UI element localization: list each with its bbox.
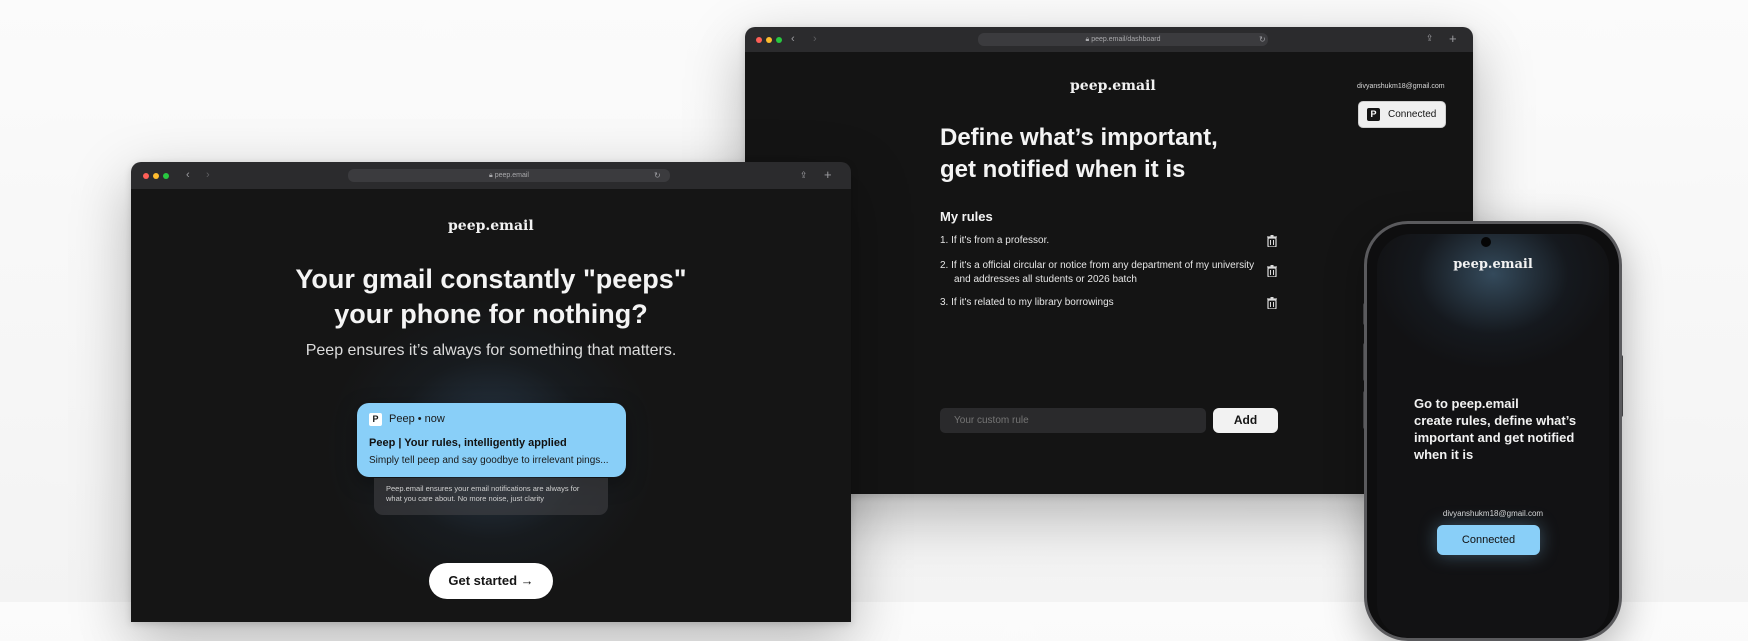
browser-toolbar: ‹ › 🔒︎ peep.email/dashboard ↻ ⇪ + <box>745 27 1473 53</box>
new-tab-icon[interactable]: + <box>824 168 832 181</box>
phone-device: peep.email Go to peep.email create rules… <box>1364 221 1622 641</box>
custom-rule-input[interactable] <box>940 408 1206 433</box>
dashboard-logo: peep.email <box>1070 78 1156 94</box>
minimize-window-button[interactable] <box>153 173 159 179</box>
rule-number: 3. <box>940 297 949 308</box>
rule-item: 3. If it's related to my library borrowi… <box>940 296 1114 310</box>
minimize-window-button[interactable] <box>766 37 772 43</box>
notification-title: Peep | Your rules, intelligently applied <box>369 437 567 449</box>
reload-icon[interactable]: ↻ <box>1259 34 1266 45</box>
notification-body: Simply tell peep and say goodbye to irre… <box>369 455 609 466</box>
rules-title: My rules <box>940 209 993 224</box>
address-bar[interactable]: 🔒︎ peep.email <box>348 169 670 182</box>
landing-headline: Your gmail constantly "peeps" your phone… <box>131 262 851 332</box>
address-url: peep.email <box>494 172 529 179</box>
lock-icon: 🔒︎ <box>1085 36 1090 43</box>
headline-line-2: your phone for nothing? <box>334 299 648 329</box>
maximize-window-button[interactable] <box>163 173 169 179</box>
connected-label: Connected <box>1388 109 1437 120</box>
notification-card[interactable]: P Peep • now Peep | Your rules, intellig… <box>357 403 626 477</box>
reload-icon[interactable]: ↻ <box>654 170 661 181</box>
rule-item: 2. If it's a official circular or notice… <box>940 259 1254 287</box>
rule-item: 1. If it's from a professor. <box>940 234 1049 248</box>
share-icon[interactable]: ⇪ <box>1426 33 1434 44</box>
phone-message-line: create rules, define what’s <box>1414 413 1577 428</box>
phone-message-line: when it is <box>1414 447 1474 462</box>
address-bar[interactable]: 🔒︎ peep.email/dashboard <box>978 33 1268 46</box>
phone-user-email: divyanshukm18@gmail.com <box>1442 509 1544 518</box>
add-rule-button[interactable]: Add <box>1213 408 1278 433</box>
landing-logo: peep.email <box>448 218 534 234</box>
forward-icon[interactable]: › <box>206 170 210 181</box>
trash-icon[interactable] <box>1267 297 1277 309</box>
notification-stack-text: Peep.email ensures your email notificati… <box>386 484 579 504</box>
phone-message: Go to peep.email create rules, define wh… <box>1414 395 1576 463</box>
landing-subheadline: Peep ensures it’s always for something t… <box>305 342 677 359</box>
close-window-button[interactable] <box>143 173 149 179</box>
headline-line-2: get notified when it is <box>940 156 1186 183</box>
forward-icon[interactable]: › <box>813 34 817 45</box>
phone-message-line: important and get notified <box>1414 430 1575 445</box>
rule-text: If it's from a professor. <box>951 235 1050 246</box>
rule-number: 2. <box>940 260 949 271</box>
get-started-button[interactable]: Get started → <box>429 563 553 599</box>
phone-logo: peep.email <box>1453 257 1533 272</box>
new-tab-icon[interactable]: + <box>1449 32 1457 45</box>
address-url: peep.email/dashboard <box>1091 36 1161 43</box>
back-icon[interactable]: ‹ <box>186 170 190 181</box>
rule-text: If it's a official circular or notice fr… <box>951 260 1255 271</box>
browser-toolbar: ‹ › 🔒︎ peep.email ↻ ⇪ + <box>131 162 851 190</box>
stack-line-2: what you care about. No more noise, just… <box>386 494 544 503</box>
trash-icon[interactable] <box>1267 235 1277 247</box>
rule-text: If it's related to my library borrowings <box>951 297 1114 308</box>
dashboard-headline: Define what’s important, get notified wh… <box>940 122 1218 186</box>
phone-screen: peep.email Go to peep.email create rules… <box>1377 234 1609 638</box>
stack-line-1: Peep.email ensures your email notificati… <box>386 484 580 493</box>
notification-stack: Peep.email ensures your email notificati… <box>374 478 608 515</box>
dashboard-user-email: divyanshukm18@gmail.com <box>1357 83 1445 90</box>
maximize-window-button[interactable] <box>776 37 782 43</box>
connected-button[interactable]: P Connected <box>1358 101 1446 128</box>
trash-icon[interactable] <box>1267 265 1277 277</box>
share-icon[interactable]: ⇪ <box>800 170 808 181</box>
rule-number: 1. <box>940 235 949 246</box>
headline-line-1: Your gmail constantly "peeps" <box>295 264 687 294</box>
rule-text-continued: and addresses all students or 2026 batch <box>954 274 1137 285</box>
back-icon[interactable]: ‹ <box>791 34 795 45</box>
headline-line-1: Define what’s important, <box>940 124 1218 151</box>
close-window-button[interactable] <box>756 37 762 43</box>
phone-message-line: Go to peep.email <box>1414 396 1519 411</box>
front-camera <box>1481 237 1491 247</box>
peep-app-icon: P <box>369 413 382 426</box>
peep-logo-icon: P <box>1367 108 1380 121</box>
notification-app: Peep • now <box>389 413 445 425</box>
lock-icon: 🔒︎ <box>489 172 493 179</box>
phone-connected-button[interactable]: Connected <box>1437 525 1540 555</box>
